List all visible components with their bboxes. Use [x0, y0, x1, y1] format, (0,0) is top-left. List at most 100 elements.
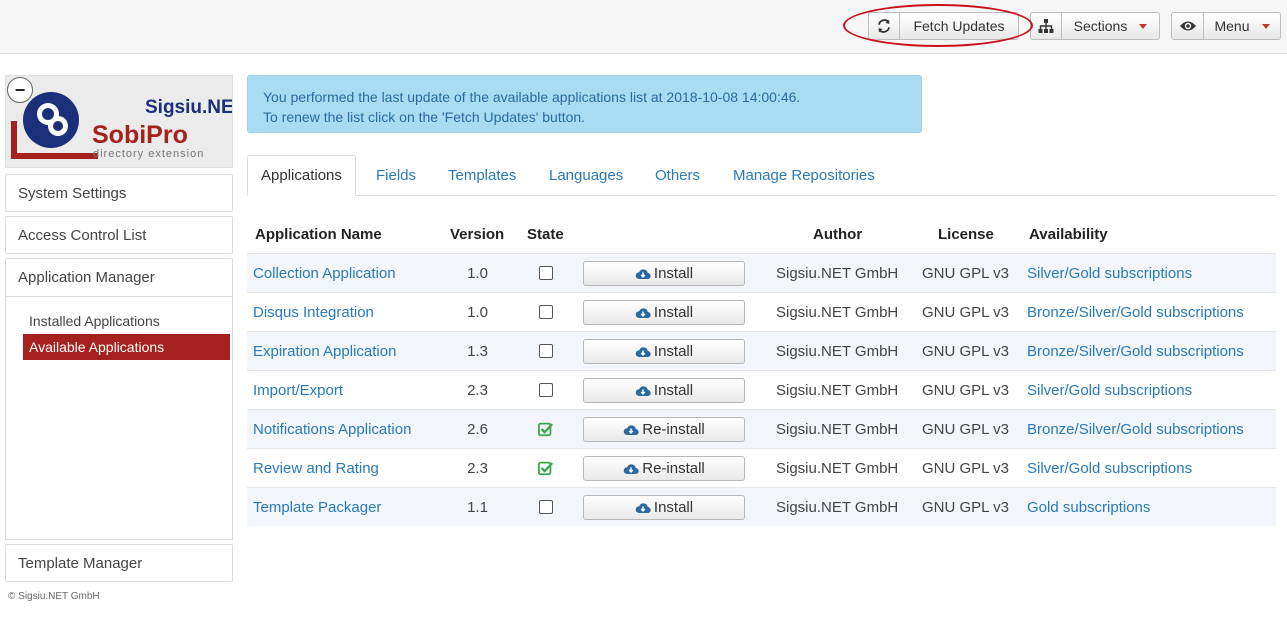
cloud-download-icon — [635, 385, 651, 396]
menu-group: Menu — [1171, 12, 1281, 40]
sidebar-item-label: Application Manager — [18, 269, 155, 286]
sub-item-installed-applications[interactable]: Installed Applications — [23, 308, 230, 334]
sidebar-item-system-settings[interactable]: System Settings — [5, 174, 233, 212]
collapse-sidebar-button[interactable]: − — [7, 77, 33, 103]
application-manager-submenu: Installed Applications Available Applica… — [5, 297, 233, 540]
application-name-link[interactable]: Import/Export — [253, 371, 343, 409]
fetch-updates-label: Fetch Updates — [913, 18, 1005, 34]
view-button[interactable] — [1171, 12, 1204, 40]
availability-link[interactable]: Bronze/Silver/Gold subscriptions — [1027, 410, 1244, 448]
sub-item-label: Available Applications — [29, 339, 165, 355]
sitemap-icon — [1038, 19, 1054, 33]
sections-dropdown[interactable]: Sections — [1062, 12, 1160, 40]
license-cell: GNU GPL v3 — [922, 264, 1009, 282]
version-cell: 2.3 — [467, 459, 488, 477]
install-button[interactable]: Install — [583, 495, 745, 520]
header-state: State — [527, 225, 564, 243]
sidebar-item-access-control[interactable]: Access Control List — [5, 216, 233, 254]
install-button[interactable]: Install — [583, 300, 745, 325]
action-label: Install — [653, 304, 694, 321]
state-cell — [531, 254, 561, 292]
application-name-link[interactable]: Template Packager — [253, 488, 381, 526]
application-name-link[interactable]: Expiration Application — [253, 332, 396, 370]
table-row: Disqus Integration 1.0 Install Sigsiu.NET G… — [247, 292, 1276, 331]
author-cell: Sigsiu.NET GmbH — [776, 459, 899, 477]
tab-fields[interactable]: Fields — [376, 155, 416, 195]
availability-link[interactable]: Gold subscriptions — [1027, 488, 1150, 526]
state-cell — [531, 371, 561, 409]
table-row: Template Packager 1.1 Install Sigsiu.NET Gm… — [247, 487, 1276, 526]
cloud-download-icon — [635, 307, 651, 318]
state-cell — [531, 332, 561, 370]
license-cell: GNU GPL v3 — [922, 420, 1009, 438]
author-cell: Sigsiu.NET GmbH — [776, 342, 899, 360]
refresh-button[interactable] — [868, 12, 900, 40]
tab-others[interactable]: Others — [655, 155, 700, 195]
availability-link[interactable]: Silver/Gold subscriptions — [1027, 371, 1192, 409]
table-row: Review and Rating 2.3 Re-install Sigsiu.NET… — [247, 448, 1276, 487]
reinstall-button[interactable]: Re-install — [583, 456, 745, 481]
checkbox-icon — [539, 344, 553, 358]
version-cell: 2.3 — [467, 381, 488, 399]
action-label: Re-install — [642, 460, 705, 477]
version-cell: 2.6 — [467, 420, 488, 438]
checkbox-icon — [539, 500, 553, 514]
cloud-download-icon — [623, 424, 639, 435]
sidebar-item-application-manager[interactable]: Application Manager — [5, 258, 233, 297]
application-name-link[interactable]: Collection Application — [253, 254, 396, 292]
top-toolbar: Fetch Updates Sections Menu — [0, 0, 1287, 54]
check-square-icon — [538, 461, 554, 476]
caret-down-icon — [1139, 23, 1148, 29]
sitemap-button[interactable] — [1030, 12, 1062, 40]
reinstall-button[interactable]: Re-install — [583, 417, 745, 442]
action-label: Install — [653, 265, 694, 282]
application-name-link[interactable]: Review and Rating — [253, 449, 379, 487]
alert-line-1: You performed the last update of the ava… — [263, 89, 801, 105]
action-label: Install — [653, 499, 694, 516]
license-cell: GNU GPL v3 — [922, 459, 1009, 477]
tab-templates[interactable]: Templates — [448, 155, 516, 195]
sobipro-logo: Sigsiu.NET SobiPro directory extension — [5, 75, 246, 168]
license-cell: GNU GPL v3 — [922, 381, 1009, 399]
install-button[interactable]: Install — [583, 339, 745, 364]
availability-link[interactable]: Bronze/Silver/Gold subscriptions — [1027, 293, 1244, 331]
availability-link[interactable]: Silver/Gold subscriptions — [1027, 254, 1192, 292]
logo-brand: Sigsiu.NET — [145, 97, 232, 118]
menu-dropdown[interactable]: Menu — [1204, 12, 1281, 40]
tab-manage-repositories[interactable]: Manage Repositories — [733, 155, 875, 195]
cloud-download-icon — [635, 502, 651, 513]
state-cell — [531, 488, 561, 526]
version-cell: 1.0 — [467, 303, 488, 321]
sidebar-item-label: Access Control List — [18, 226, 147, 244]
application-name-link[interactable]: Disqus Integration — [253, 293, 374, 331]
cloud-download-icon — [635, 268, 651, 279]
fetch-updates-button[interactable]: Fetch Updates — [900, 12, 1019, 40]
install-button[interactable]: Install — [583, 261, 745, 286]
sidebar-item-label: System Settings — [18, 184, 127, 202]
header-version: Version — [450, 225, 505, 243]
check-square-icon — [538, 422, 554, 437]
tab-applications[interactable]: Applications — [247, 155, 356, 196]
header-application-name: Application Name — [255, 225, 382, 243]
table-row: Import/Export 2.3 Install Sigsiu.NET GmbH GN… — [247, 370, 1276, 409]
install-button[interactable]: Install — [583, 378, 745, 403]
checkbox-icon — [539, 266, 553, 280]
action-label: Re-install — [642, 421, 705, 438]
availability-link[interactable]: Bronze/Silver/Gold subscriptions — [1027, 332, 1244, 370]
application-name-link[interactable]: Notifications Application — [253, 410, 411, 448]
version-cell: 1.1 — [467, 498, 488, 516]
copyright-footer: © Sigsiu.NET GmbH — [8, 591, 100, 602]
sidebar-item-template-manager[interactable]: Template Manager — [5, 544, 233, 582]
menu-label: Menu — [1214, 18, 1250, 34]
author-cell: Sigsiu.NET GmbH — [776, 498, 899, 516]
state-cell — [531, 410, 561, 448]
availability-link[interactable]: Silver/Gold subscriptions — [1027, 449, 1192, 487]
tab-bar: Applications Fields Templates Languages … — [247, 155, 1276, 196]
sidebar-item-label: Template Manager — [18, 554, 143, 572]
fetch-updates-group: Fetch Updates — [868, 12, 1019, 40]
tab-languages[interactable]: Languages — [549, 155, 623, 195]
sub-item-available-applications[interactable]: Available Applications — [23, 334, 230, 360]
caret-down-icon — [1261, 23, 1270, 29]
author-cell: Sigsiu.NET GmbH — [776, 420, 899, 438]
header-license: License — [938, 225, 994, 243]
